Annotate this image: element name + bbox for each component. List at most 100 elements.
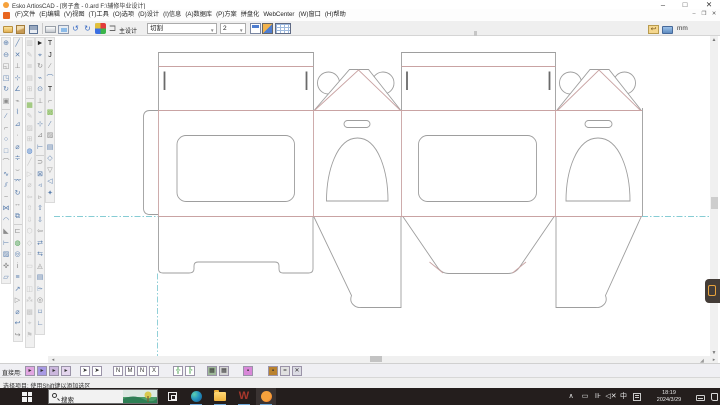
tray-pc-icon[interactable]: ▭ [579,388,591,405]
scrollbar-thumb[interactable] [710,197,718,209]
scroll-up-icon[interactable]: ▲ [710,36,718,44]
move-point-tool[interactable]: ✜ [2,262,10,273]
hexagon-tool[interactable]: ⬡ [26,227,34,238]
wire-view-icon[interactable]: ▸ [49,366,59,376]
mdi-close-button[interactable]: ✕ [710,10,718,18]
circle-radius-tool[interactable]: ◎ [14,250,22,261]
nav-up-tool[interactable]: ⇧ [26,204,34,215]
pin-2-tool[interactable]: ⌲ [36,285,44,296]
tray-clock[interactable]: 18:19 2024/3/29 [648,390,690,403]
search-box[interactable]: 搜索 [48,389,158,404]
menu-5[interactable]: (O)选项 [111,9,136,21]
save-icon[interactable] [29,25,38,34]
sync-2-tool[interactable]: ⇆ [36,250,44,261]
wps-button[interactable]: W [234,388,254,405]
zoom-out-tool[interactable]: ⊖ [2,51,10,62]
mirror-tool[interactable]: ⋈ [2,204,10,215]
measure-tool[interactable]: ⊿ [14,120,22,131]
back-arrow-icon[interactable]: ↩ [648,25,659,34]
select-tool[interactable]: ► [36,39,44,50]
layer-green-icon[interactable]: ▦ [207,366,217,376]
bar-tool[interactable]: ▭ [26,262,34,273]
anchor-tool[interactable]: ⌑ [36,308,44,319]
arrow-down-tool[interactable]: ⇩ [36,216,44,227]
floating-capture-button[interactable] [705,279,720,303]
note-j-tool[interactable]: J [46,51,54,62]
shaded-view-icon[interactable]: ▸ [37,366,47,376]
arrow-up-tool[interactable]: ⇧ [36,204,44,215]
snap-near-icon[interactable]: X [149,366,159,376]
cells-tool[interactable]: ⌗ [26,250,34,261]
zoom-fit-tool[interactable]: ◳ [2,74,10,85]
perp-2-tool[interactable]: ⊥ [36,97,44,108]
scroll-right-icon[interactable]: ▸ [710,356,718,363]
menu-11[interactable]: WebCenter [261,9,296,21]
layer-gray-icon[interactable]: ▦ [219,366,229,376]
center-point-tool[interactable]: ⊹ [36,120,44,131]
star-2-tool[interactable]: ✦ [46,189,54,200]
zoom-window-tool[interactable]: ◱ [2,62,10,73]
drawing-canvas[interactable]: ⊕ ⊖ ◱ ◳ ↻ ▣ ∕ ⌐ ○ □ ⌒ ∿ ⫽ ~ ⋈ ◠ ◣ ⊢ ▨ ✜ ▱ ╱ ✕ ⊥ ⊹ ∠ ⌁ ⌇ ⊿ · ⌀ ≑ ⌣ ⌤ ↻ ↔ ⧉ ⊏ ◍… [0,36,720,363]
tangent-line-tool[interactable]: ⌀ [14,143,22,154]
tray-ime-icon[interactable]: 中 [618,388,629,405]
menu-12[interactable]: (W)窗口 [297,9,323,21]
menu-2[interactable]: (E)编辑 [37,9,62,21]
midpoint-tool[interactable]: ⊹ [14,74,22,85]
layout-grid-icon[interactable] [275,23,291,34]
delete-tool[interactable]: ✕ [14,51,22,62]
dimension-tool[interactable]: ⊢ [2,239,10,250]
pin-tool[interactable]: ⌖ [26,319,34,330]
grid-view-icon[interactable]: ╬ [173,366,183,376]
master-design-label[interactable]: 主设计 [119,26,137,35]
start-button[interactable] [18,388,38,405]
notification-center-icon[interactable] [711,393,718,401]
world-globe-tool[interactable]: ◍ [26,147,34,158]
master-design-icon[interactable]: ⊐ [107,23,118,34]
diamond-2-tool[interactable]: ◇ [26,239,34,250]
print-preview-icon[interactable] [58,25,69,34]
stacked-layers-icon[interactable] [262,23,273,34]
close-tool-icon[interactable]: ✕ [292,366,302,376]
lock-tool[interactable]: ⊠ [36,170,44,181]
curve-tool[interactable]: ∿ [2,170,10,181]
menu-6[interactable]: (D)设计 [136,9,161,21]
close-button[interactable]: ✕ [701,0,717,9]
trim-tool[interactable]: ▱ [2,273,10,284]
move-tool[interactable]: ↔ [14,200,22,211]
flag-tool[interactable]: ⚑ [26,331,34,342]
columns-tool[interactable]: ◫ [26,285,34,296]
maximize-button[interactable]: □ [677,0,693,9]
redo-geometry-tool[interactable]: ↪ [14,331,22,342]
stroke-2-tool[interactable]: ⁄ [46,120,54,131]
nav-prev-tool[interactable]: ◃ [36,181,44,192]
weld-tool[interactable]: ⌣ [36,108,44,119]
mid-arc-tool[interactable]: ⌒ [46,74,54,85]
file-explorer-button[interactable] [210,388,230,405]
extra-tools-tool[interactable]: ⁂ [26,296,34,307]
corner-tool[interactable]: ∟ [36,319,44,330]
vertical-scrollbar[interactable]: ▲ ▼ [710,36,718,357]
rectangle-tool[interactable]: □ [2,147,10,158]
swatch-tool[interactable]: ▩ [26,308,34,319]
text-tool[interactable]: T [46,39,54,50]
swap-2-tool[interactable]: ⇄ [36,239,44,250]
nav-down-tool[interactable]: ⇩ [26,216,34,227]
sheet-tool[interactable]: ▤ [26,74,34,85]
hatch-2-tool[interactable]: ▨ [26,124,34,135]
hscrollbar-thumb[interactable] [370,356,382,362]
menu-13[interactable]: (H)帮助 [323,9,348,21]
angle-tool[interactable]: ∠ [14,85,22,96]
none-tool[interactable]: ⌀ [26,181,34,192]
line-tool[interactable]: ∕ [2,112,10,123]
slant-line-tool[interactable]: ∕ [46,62,54,73]
mdi-restore-button[interactable]: ❐ [700,10,708,18]
left-triangle-tool[interactable]: ◁ [46,177,54,188]
menu-4[interactable]: (T)工具 [87,9,111,21]
menu-1[interactable]: (F)文件 [13,9,37,21]
print-icon[interactable] [45,26,56,33]
chamfer-tool[interactable]: ◣ [2,227,10,238]
mark-point-tool[interactable]: · [14,131,22,142]
scroll-left-icon[interactable]: ◂ [49,356,57,363]
break-tool[interactable]: ⌁ [36,74,44,85]
draft-view-icon[interactable]: ▸ [61,366,71,376]
